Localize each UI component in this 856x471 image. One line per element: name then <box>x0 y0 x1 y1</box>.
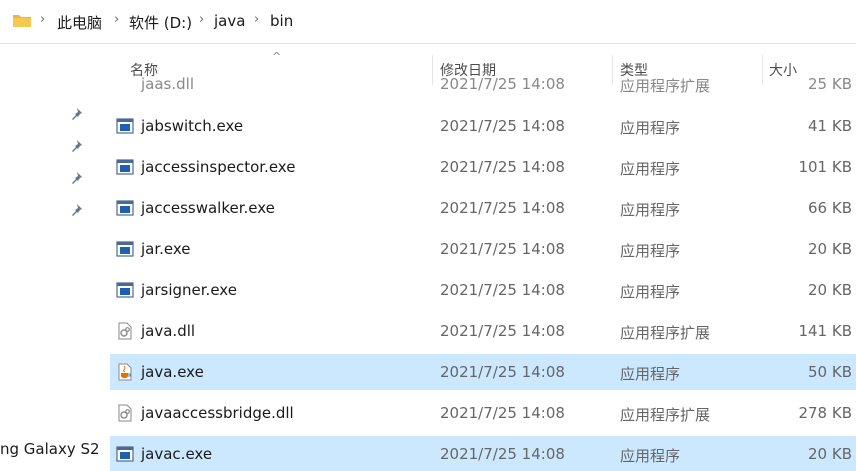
file-size: 141 KB <box>798 322 852 340</box>
exe-icon <box>116 158 134 176</box>
file-size: 66 KB <box>808 199 852 217</box>
file-size: 278 KB <box>798 404 852 422</box>
file-name: java.dll <box>141 322 196 340</box>
pin-icon[interactable] <box>68 202 84 218</box>
file-type: 应用程序 <box>620 447 681 465</box>
nav-item-device[interactable]: ng Galaxy S2 <box>0 440 100 458</box>
sort-ascending-icon: ^ <box>272 50 282 63</box>
pin-icon[interactable] <box>68 170 84 186</box>
exe-icon <box>116 281 134 299</box>
file-date: 2021/7/25 14:08 <box>440 240 565 258</box>
exe-icon <box>116 240 134 258</box>
table-row[interactable]: javac.exe 2021/7/25 14:08 应用程序 20 KB <box>110 436 856 471</box>
pin-icon[interactable] <box>68 138 84 154</box>
file-type: 应用程序 <box>620 160 681 178</box>
file-type: 应用程序 <box>620 242 681 260</box>
folder-icon <box>13 15 31 27</box>
file-size: 25 KB <box>808 76 852 93</box>
table-row[interactable]: java.dll 2021/7/25 14:08 应用程序扩展 141 KB <box>110 313 856 349</box>
table-row[interactable]: javaaccessbridge.dll 2021/7/25 14:08 应用程序扩… <box>110 395 856 431</box>
breadcrumb-separator: › <box>114 12 120 27</box>
file-date: 2021/7/25 14:08 <box>440 404 565 422</box>
table-row[interactable]: jaccessinspector.exe 2021/7/25 14:08 应用程序 1… <box>110 149 856 185</box>
breadcrumb-this-pc[interactable]: 此电脑 <box>57 12 102 33</box>
table-row-partial[interactable]: jaas.dll 2021/7/25 14:08 应用程序扩展 25 KB <box>110 76 856 94</box>
file-date: 2021/7/25 14:08 <box>440 445 565 463</box>
breadcrumb-separator: › <box>199 12 205 27</box>
breadcrumb-separator: › <box>40 12 46 27</box>
exe-icon <box>116 445 134 463</box>
navigation-pane <box>0 45 108 471</box>
pin-icon[interactable] <box>68 106 84 122</box>
file-name: javac.exe <box>141 445 213 463</box>
table-row[interactable]: jaccesswalker.exe 2021/7/25 14:08 应用程序 66 K… <box>110 190 856 226</box>
file-type: 应用程序 <box>620 201 681 219</box>
file-name: jarsigner.exe <box>141 281 237 299</box>
file-name: jaas.dll <box>141 76 194 93</box>
file-size: 20 KB <box>808 240 852 258</box>
file-date: 2021/7/25 14:08 <box>440 281 565 299</box>
file-size: 50 KB <box>808 363 852 381</box>
breadcrumb-drive-d[interactable]: 软件 (D:) <box>129 12 192 33</box>
file-name: jaccesswalker.exe <box>141 199 275 217</box>
file-date: 2021/7/25 14:08 <box>440 363 565 381</box>
file-date: 2021/7/25 14:08 <box>440 322 565 340</box>
file-size: 41 KB <box>808 117 852 135</box>
java-cup-icon <box>116 363 134 381</box>
file-size: 20 KB <box>808 445 852 463</box>
exe-icon <box>116 199 134 217</box>
breadcrumb-separator: › <box>254 12 260 27</box>
file-name: jabswitch.exe <box>141 117 244 135</box>
table-row[interactable]: jar.exe 2021/7/25 14:08 应用程序 20 KB <box>110 231 856 267</box>
table-row[interactable]: java.exe 2021/7/25 14:08 应用程序 50 KB <box>110 354 856 390</box>
exe-icon <box>116 117 134 135</box>
file-date: 2021/7/25 14:08 <box>440 117 565 135</box>
file-type: 应用程序 <box>620 283 681 301</box>
file-date: 2021/7/25 14:08 <box>440 199 565 217</box>
table-row[interactable]: jabswitch.exe 2021/7/25 14:08 应用程序 41 KB <box>110 108 856 144</box>
file-size: 20 KB <box>808 281 852 299</box>
dll-icon <box>116 404 134 422</box>
file-name: java.exe <box>141 363 204 381</box>
breadcrumb-java[interactable]: java <box>214 12 245 30</box>
file-type: 应用程序扩展 <box>620 324 711 342</box>
file-name: jaccessinspector.exe <box>141 158 296 176</box>
breadcrumb-bin[interactable]: bin <box>270 12 293 30</box>
file-type: 应用程序 <box>620 365 681 383</box>
file-type: 应用程序扩展 <box>620 77 711 94</box>
file-name: javaaccessbridge.dll <box>141 404 294 422</box>
file-size: 101 KB <box>798 158 852 176</box>
file-name: jar.exe <box>141 240 191 258</box>
file-date: 2021/7/25 14:08 <box>440 76 565 93</box>
dll-icon <box>116 322 134 340</box>
file-type: 应用程序扩展 <box>620 406 711 424</box>
file-date: 2021/7/25 14:08 <box>440 158 565 176</box>
file-type: 应用程序 <box>620 119 681 137</box>
address-bar[interactable]: › 此电脑 › 软件 (D:) › java › bin <box>0 0 856 44</box>
table-row[interactable]: jarsigner.exe 2021/7/25 14:08 应用程序 20 KB <box>110 272 856 308</box>
